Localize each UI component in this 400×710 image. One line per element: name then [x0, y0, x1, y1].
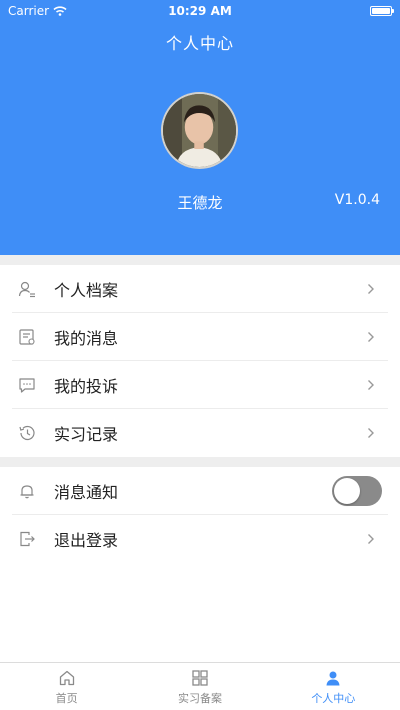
chevron-right-icon [364, 532, 378, 546]
menu-item-complaints[interactable]: 我的投诉 [12, 361, 388, 409]
bottom-tab-bar: 首页 实习备案 个人中心 [0, 662, 400, 710]
home-icon [59, 670, 74, 686]
menu-item-notifications: 消息通知 [12, 467, 388, 515]
section-divider [0, 255, 400, 265]
tab-label-internship-filing: 实习备案 [177, 692, 222, 705]
menu-label-logout: 退出登录 [54, 531, 119, 550]
bell-icon [18, 482, 36, 500]
app-version: V1.0.4 [334, 192, 380, 208]
tab-label-home: 首页 [55, 692, 78, 705]
menu-item-logout[interactable]: 退出登录 [12, 515, 388, 563]
history-clock-icon [18, 424, 36, 442]
profile-header: Carrier 10:29 AM 个人中心 王德龙 V1.0.4 [0, 0, 400, 255]
menu-item-messages[interactable]: 我的消息 [12, 313, 388, 361]
section-divider [0, 457, 400, 467]
logout-icon [18, 530, 36, 548]
avatar[interactable] [161, 92, 238, 169]
tab-personal-center[interactable]: 个人中心 [267, 663, 400, 710]
status-time: 10:29 AM [168, 4, 232, 18]
tab-internship-filing[interactable]: 实习备案 [133, 663, 266, 710]
menu-label-messages: 我的消息 [54, 328, 119, 348]
toggle-knob [334, 477, 360, 504]
battery-icon [370, 6, 394, 16]
status-bar: Carrier 10:29 AM [0, 0, 400, 22]
menu-label-profile: 个人档案 [54, 280, 119, 300]
grid-icon [192, 670, 208, 686]
menu-label-internship-records: 实习记录 [54, 425, 119, 444]
tab-home[interactable]: 首页 [0, 663, 133, 710]
menu-item-profile[interactable]: 个人档案 [12, 265, 388, 313]
avatar-photo [163, 94, 236, 167]
tab-label-personal-center: 个人中心 [311, 692, 356, 705]
chevron-right-icon [364, 378, 378, 392]
menu-label-notifications: 消息通知 [54, 482, 119, 502]
chat-bubble-icon [18, 376, 36, 394]
person-icon [326, 671, 340, 686]
menu-label-complaints: 我的投诉 [54, 376, 119, 396]
chevron-right-icon [364, 282, 378, 296]
notifications-toggle[interactable] [332, 475, 382, 506]
chevron-right-icon [364, 330, 378, 344]
page-title: 个人中心 [165, 34, 234, 53]
menu-item-internship-records[interactable]: 实习记录 [12, 409, 388, 457]
chevron-right-icon [364, 426, 378, 440]
person-card-icon [18, 280, 36, 298]
message-doc-icon [18, 328, 36, 346]
